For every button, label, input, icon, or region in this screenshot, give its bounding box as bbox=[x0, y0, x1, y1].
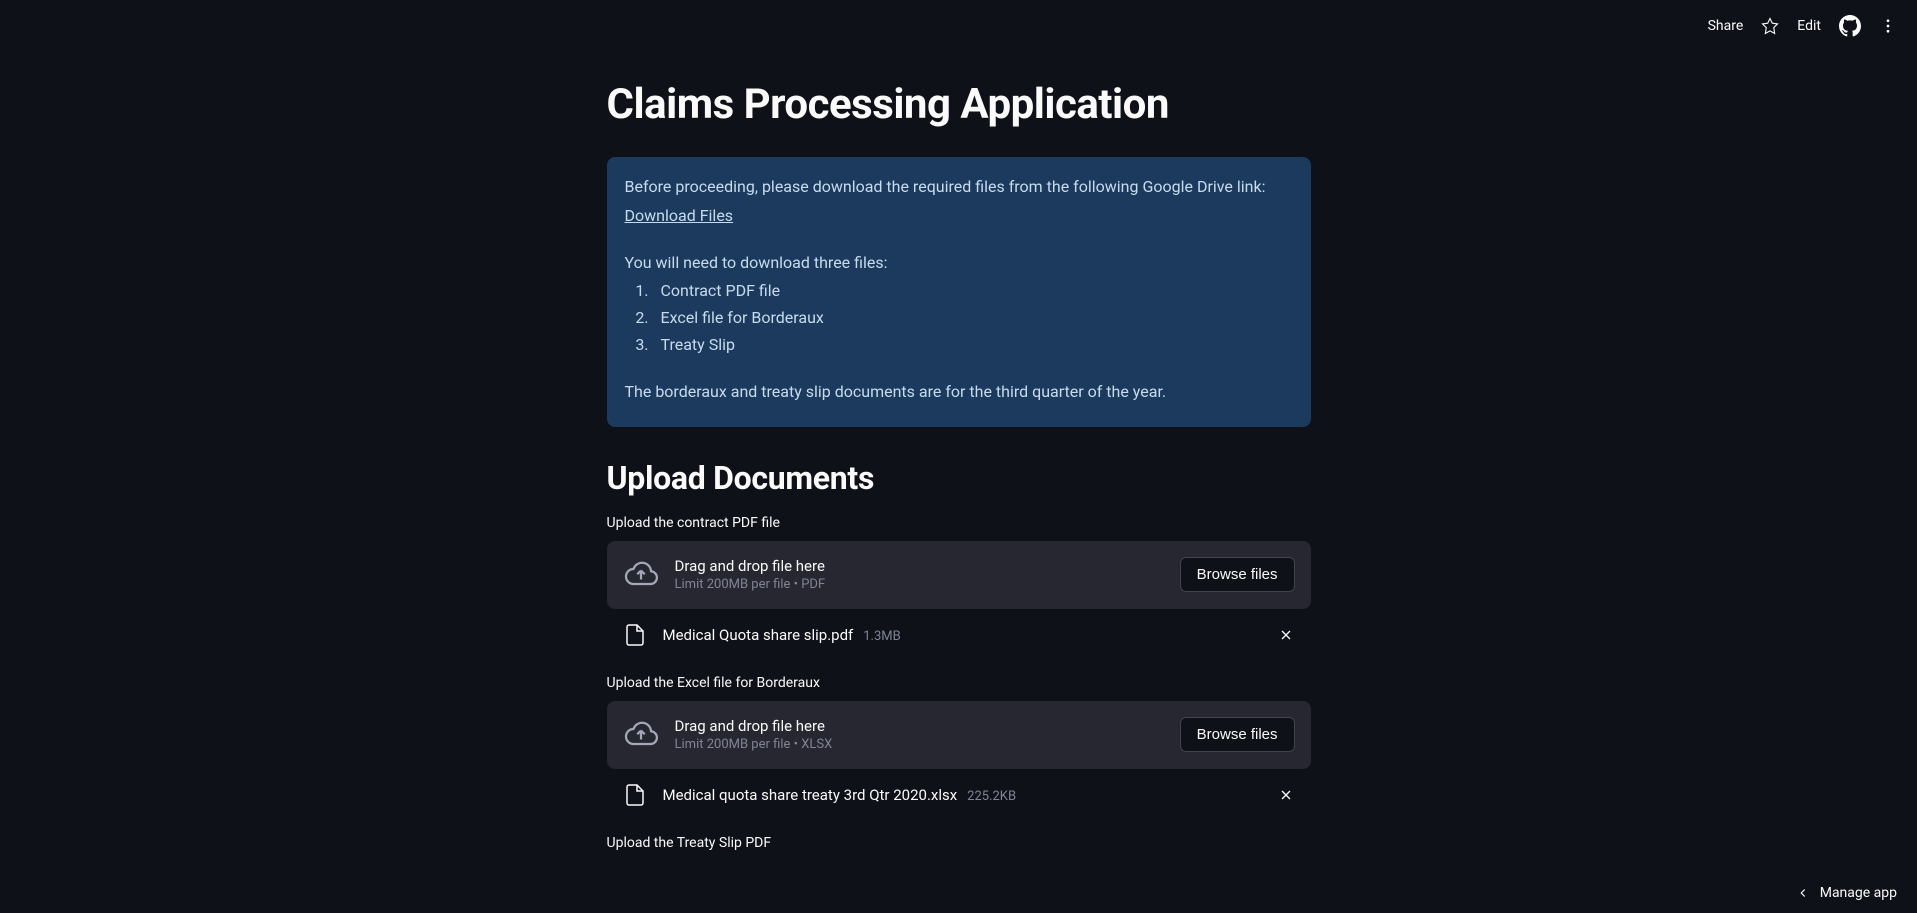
file-icon bbox=[623, 783, 647, 807]
drop-sub-text: Limit 200MB per file • XLSX bbox=[675, 737, 1164, 752]
github-icon[interactable] bbox=[1839, 15, 1861, 37]
drop-main-text: Drag and drop file here bbox=[675, 557, 1164, 575]
remove-file-button[interactable] bbox=[1277, 786, 1295, 804]
cloud-upload-icon bbox=[623, 557, 659, 593]
more-menu-icon[interactable] bbox=[1879, 17, 1897, 35]
file-size: 225.2KB bbox=[967, 789, 1016, 804]
file-icon bbox=[623, 623, 647, 647]
uploaded-file-row: Medical Quota share slip.pdf 1.3MB bbox=[607, 613, 1311, 657]
top-toolbar: Share Edit bbox=[1708, 15, 1897, 37]
drop-main-text: Drag and drop file here bbox=[675, 717, 1164, 735]
share-button[interactable]: Share bbox=[1708, 18, 1744, 34]
file-name: Medical quota share treaty 3rd Qtr 2020.… bbox=[663, 786, 958, 804]
star-icon[interactable] bbox=[1761, 17, 1779, 35]
remove-file-button[interactable] bbox=[1277, 626, 1295, 644]
info-footer-text: The borderaux and treaty slip documents … bbox=[625, 380, 1293, 405]
dropzone-contract[interactable]: Drag and drop file here Limit 200MB per … bbox=[607, 541, 1311, 609]
drop-sub-text: Limit 200MB per file • PDF bbox=[675, 577, 1164, 592]
cloud-upload-icon bbox=[623, 717, 659, 753]
list-item: Treaty Slip bbox=[653, 333, 1293, 358]
uploaded-file-row: Medical quota share treaty 3rd Qtr 2020.… bbox=[607, 773, 1311, 817]
download-files-link[interactable]: Download Files bbox=[625, 206, 734, 225]
info-file-list: Contract PDF file Excel file for Bordera… bbox=[625, 279, 1293, 357]
manage-app-label: Manage app bbox=[1820, 885, 1897, 901]
upload-section-treaty: Upload the Treaty Slip PDF bbox=[607, 835, 1311, 851]
upload-section-borderaux: Upload the Excel file for Borderaux Drag… bbox=[607, 675, 1311, 817]
info-need-text: You will need to download three files: bbox=[625, 251, 1293, 276]
browse-files-button[interactable]: Browse files bbox=[1180, 717, 1295, 752]
upload-label: Upload the contract PDF file bbox=[607, 515, 1311, 531]
upload-label: Upload the Excel file for Borderaux bbox=[607, 675, 1311, 691]
upload-section-contract: Upload the contract PDF file Drag and dr… bbox=[607, 515, 1311, 657]
chevron-left-icon bbox=[1796, 886, 1810, 900]
page-title: Claims Processing Application bbox=[607, 80, 1311, 129]
dropzone-borderaux[interactable]: Drag and drop file here Limit 200MB per … bbox=[607, 701, 1311, 769]
main-content: Claims Processing Application Before pro… bbox=[607, 0, 1311, 869]
file-size: 1.3MB bbox=[863, 629, 901, 644]
upload-documents-header: Upload Documents bbox=[607, 459, 1311, 497]
manage-app-button[interactable]: Manage app bbox=[1796, 885, 1897, 901]
info-intro: Before proceeding, please download the r… bbox=[625, 175, 1293, 200]
upload-label: Upload the Treaty Slip PDF bbox=[607, 835, 1311, 851]
file-name: Medical Quota share slip.pdf bbox=[663, 626, 854, 644]
list-item: Excel file for Borderaux bbox=[653, 306, 1293, 331]
info-box: Before proceeding, please download the r… bbox=[607, 157, 1311, 427]
browse-files-button[interactable]: Browse files bbox=[1180, 557, 1295, 592]
list-item: Contract PDF file bbox=[653, 279, 1293, 304]
edit-button[interactable]: Edit bbox=[1797, 18, 1821, 34]
